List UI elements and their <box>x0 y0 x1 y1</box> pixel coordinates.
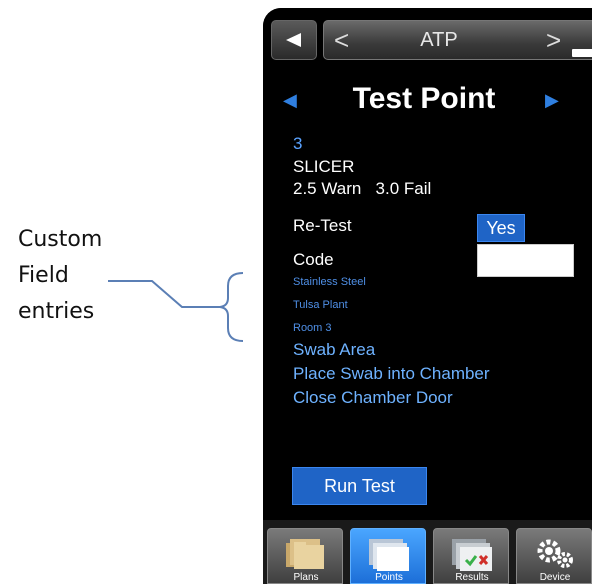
back-button[interactable] <box>271 20 317 60</box>
code-label: Code <box>293 250 334 269</box>
next-plan-button[interactable]: > <box>546 25 561 55</box>
instruction-step: Close Chamber Door <box>293 388 453 407</box>
tab-plans[interactable]: Plans <box>267 528 343 584</box>
point-name: SLICER <box>293 157 355 176</box>
battery-icon <box>572 49 592 57</box>
page-header: Test Point ◀ ▶ <box>263 82 592 122</box>
custom-field-entry: Room 3 <box>293 322 332 334</box>
custom-field-entry: Stainless Steel <box>293 276 366 288</box>
app-title: ATP <box>420 29 458 51</box>
tab-bar: Plans Points Results Device <box>263 520 592 584</box>
page-title: Test Point <box>352 82 496 115</box>
results-icon <box>452 539 492 571</box>
custom-field-entry: Tulsa Plant <box>293 299 348 311</box>
tab-device[interactable]: Device <box>516 528 592 584</box>
tab-label: Points <box>375 572 403 583</box>
back-arrow-icon <box>286 33 301 47</box>
next-point-button[interactable]: ▶ <box>545 90 559 111</box>
point-number: 3 <box>293 134 303 153</box>
folders-icon <box>286 539 324 569</box>
title-bar: < ATP > <box>323 20 592 60</box>
tab-label: Device <box>539 572 571 583</box>
point-limits: 2.5 Warn 3.0 Fail <box>293 179 432 198</box>
prev-point-button[interactable]: ◀ <box>283 90 297 111</box>
tab-results[interactable]: Results <box>433 528 509 584</box>
tab-points[interactable]: Points <box>350 528 426 584</box>
device-screen: < ATP > Test Point ◀ ▶ 3 SLICER 2.5 Warn… <box>263 8 592 584</box>
instruction-step: Swab Area <box>293 340 376 359</box>
tab-label: Results <box>455 572 489 583</box>
code-input[interactable] <box>477 244 574 277</box>
tab-label: Plans <box>293 572 319 583</box>
top-bar: < ATP > <box>263 8 592 68</box>
pages-icon <box>369 539 409 571</box>
retest-toggle[interactable]: Yes <box>477 214 525 242</box>
gears-icon <box>537 539 573 568</box>
retest-label: Re-Test <box>293 216 352 235</box>
run-test-button[interactable]: Run Test <box>292 467 427 505</box>
instruction-step: Place Swab into Chamber <box>293 364 490 383</box>
